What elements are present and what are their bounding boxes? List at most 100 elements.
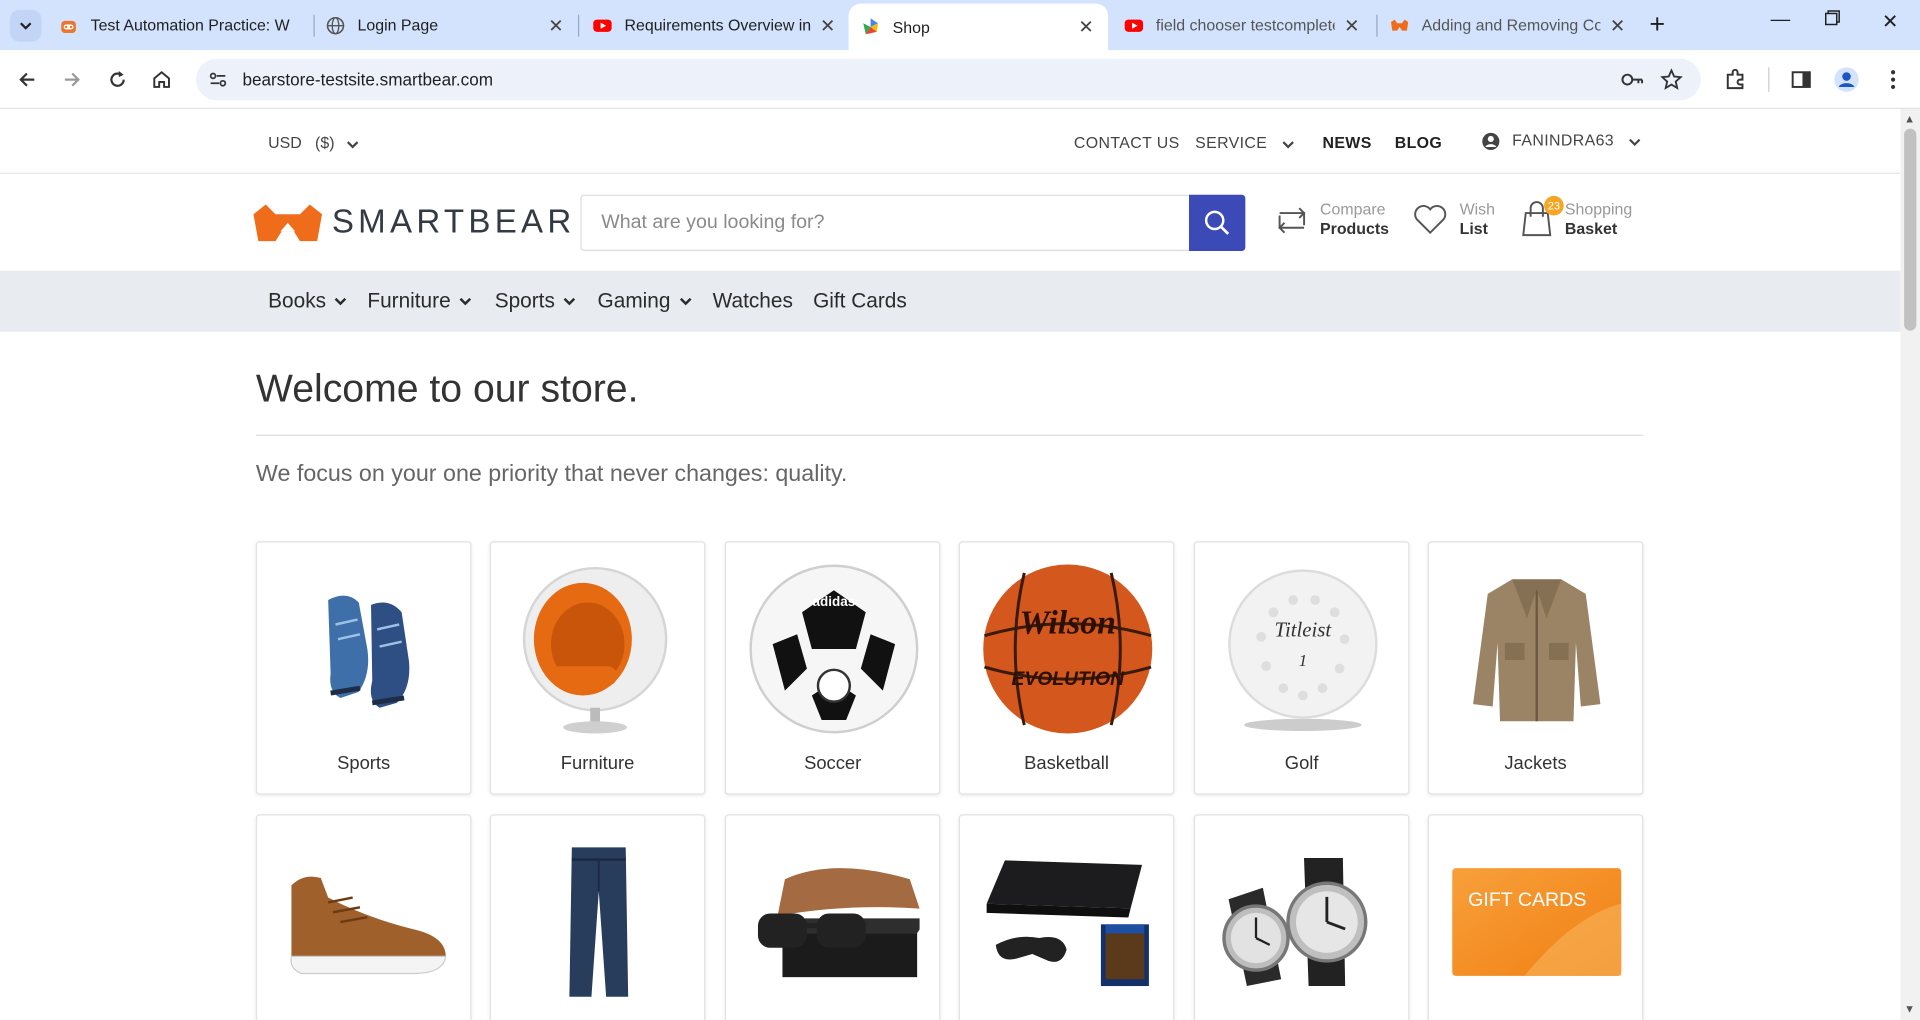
tab-separator	[1376, 14, 1378, 37]
category-card-jeans[interactable]	[489, 814, 706, 1020]
user-icon	[1482, 132, 1500, 151]
currency-code: USD	[268, 133, 302, 152]
category-card-watches[interactable]	[1193, 814, 1410, 1020]
page-title: Welcome to our store.	[255, 366, 639, 411]
wish-list-link[interactable]: Wish List	[1412, 200, 1495, 239]
arrow-right-icon	[64, 72, 80, 87]
heart-icon	[1414, 205, 1447, 235]
key-icon[interactable]	[1620, 70, 1644, 90]
chevron-down-icon	[20, 22, 32, 30]
avatar-icon	[1834, 67, 1859, 92]
tab-title: Login Page	[357, 15, 439, 35]
site-info-icon[interactable]	[208, 70, 228, 90]
more-vertical-icon	[1890, 70, 1896, 90]
youtube-favicon-icon	[593, 18, 612, 32]
close-tab-icon[interactable]: ✕	[546, 14, 566, 36]
tab-requirements-overview[interactable]: Requirements Overview in ✕	[593, 7, 838, 43]
tab-login-page[interactable]: Login Page ✕	[326, 7, 566, 43]
compare-icon	[1278, 207, 1306, 234]
nav-item-books[interactable]: Books	[268, 289, 348, 313]
category-card-soccer[interactable]: adidas Soccer	[724, 541, 941, 795]
user-menu[interactable]: FANINDRA63	[1482, 131, 1641, 151]
url-text: bearstore-testsite.smartbear.com	[242, 69, 494, 90]
currency-selector[interactable]: USD ($)	[268, 133, 359, 152]
category-card-furniture[interactable]: Furniture	[489, 541, 706, 795]
profile-button[interactable]	[1832, 65, 1861, 94]
contact-us-link[interactable]: CONTACT US	[1074, 133, 1180, 151]
smartbear-logo[interactable]: SMARTBEAR	[253, 202, 576, 242]
logo-wordmark: SMARTBEAR	[331, 202, 576, 240]
nav-item-sports[interactable]: Sports	[495, 289, 577, 313]
nav-label: Gift Cards	[813, 288, 907, 313]
close-tab-icon[interactable]: ✕	[1608, 14, 1628, 36]
chevron-down-icon	[334, 297, 347, 306]
nav-label: Gaming	[597, 288, 671, 313]
minimize-button[interactable]: —	[1771, 10, 1791, 32]
address-bar[interactable]: bearstore-testsite.smartbear.com	[195, 58, 1701, 101]
page-scrollbar[interactable]: ▲ ▼	[1900, 108, 1920, 1020]
news-link[interactable]: NEWS	[1322, 133, 1371, 151]
category-nav: Books Furniture Sports Gaming Watches Gi…	[0, 270, 1901, 332]
category-card-basketball[interactable]: Wilson EVOLUTION Basketball	[958, 541, 1175, 795]
search-input[interactable]	[581, 195, 1191, 250]
jeans-image-icon	[513, 833, 684, 1012]
chevron-down-icon	[563, 297, 576, 306]
robot-favicon-icon	[61, 20, 76, 33]
close-tab-icon[interactable]: ✕	[818, 14, 838, 36]
smartbear-favicon-icon	[1391, 18, 1409, 31]
new-tab-button[interactable]: +	[1649, 10, 1665, 38]
home-button[interactable]	[147, 65, 176, 94]
tab-test-automation[interactable]: Test Automation Practice: W	[59, 7, 304, 43]
nav-item-watches[interactable]: Watches	[713, 289, 793, 313]
basket-label-2: Basket	[1564, 219, 1618, 238]
scroll-down-icon[interactable]: ▼	[1904, 1003, 1915, 1015]
nav-item-gift-cards[interactable]: Gift Cards	[813, 289, 907, 313]
close-tab-icon[interactable]: ✕	[1076, 16, 1096, 38]
chevron-down-icon	[459, 297, 472, 306]
category-card-gift-cards[interactable]: GIFT CARDS	[1427, 814, 1644, 1020]
tab-shop[interactable]: Shop ✕	[848, 3, 1109, 51]
jacket-image-icon	[1451, 560, 1622, 739]
service-menu[interactable]: SERVICE	[1195, 133, 1294, 152]
back-button[interactable]	[12, 65, 41, 94]
nav-item-gaming[interactable]: Gaming	[598, 289, 693, 313]
tab-adding-removing[interactable]: Adding and Removing Col ✕	[1390, 7, 1628, 43]
tab-separator	[577, 14, 580, 37]
nav-item-furniture[interactable]: Furniture	[367, 289, 472, 313]
extensions-button[interactable]	[1720, 65, 1749, 94]
browser-menu-button[interactable]	[1878, 65, 1907, 94]
shop-favicon-icon	[863, 18, 878, 35]
reload-button[interactable]	[103, 65, 132, 94]
tab-title: Shop	[892, 17, 930, 37]
home-icon	[153, 70, 170, 88]
compare-products-link[interactable]: Compare Products	[1275, 200, 1389, 239]
category-card-shoes[interactable]	[255, 814, 472, 1020]
forward-button[interactable]	[58, 65, 87, 94]
scrollbar-thumb[interactable]	[1904, 128, 1917, 331]
reload-icon	[110, 71, 125, 87]
side-panel-button[interactable]	[1787, 65, 1816, 94]
search-button[interactable]	[1188, 194, 1246, 252]
tab-field-chooser[interactable]: field chooser testcomplete ✕	[1124, 7, 1362, 43]
category-label: Furniture	[560, 753, 635, 774]
chevron-down-icon	[346, 140, 359, 148]
restore-button[interactable]	[1824, 10, 1841, 32]
star-icon[interactable]	[1660, 68, 1683, 91]
username: FANINDRA63	[1512, 131, 1615, 150]
close-window-button[interactable]: ✕	[1882, 10, 1898, 34]
tab-separator	[313, 14, 315, 37]
divider	[255, 434, 1644, 436]
scroll-up-icon[interactable]: ▲	[1904, 113, 1915, 125]
basketball-model-text: EVOLUTION	[1011, 669, 1125, 690]
category-card-sports[interactable]: Sports	[255, 541, 472, 795]
close-tab-icon[interactable]: ✕	[1342, 14, 1362, 36]
blog-link[interactable]: BLOG	[1395, 133, 1442, 151]
shopping-basket-link[interactable]: 23 Shopping Basket	[1522, 195, 1632, 239]
browser-toolbar: bearstore-testsite.smartbear.com	[0, 50, 1920, 109]
category-card-sunglasses[interactable]	[724, 814, 941, 1020]
tab-search-button[interactable]	[9, 9, 42, 42]
search-icon	[1204, 210, 1230, 235]
category-card-jackets[interactable]: Jackets	[1427, 541, 1644, 795]
category-card-golf[interactable]: Titleist 1 Golf	[1193, 541, 1410, 795]
category-card-gaming[interactable]	[958, 814, 1175, 1020]
